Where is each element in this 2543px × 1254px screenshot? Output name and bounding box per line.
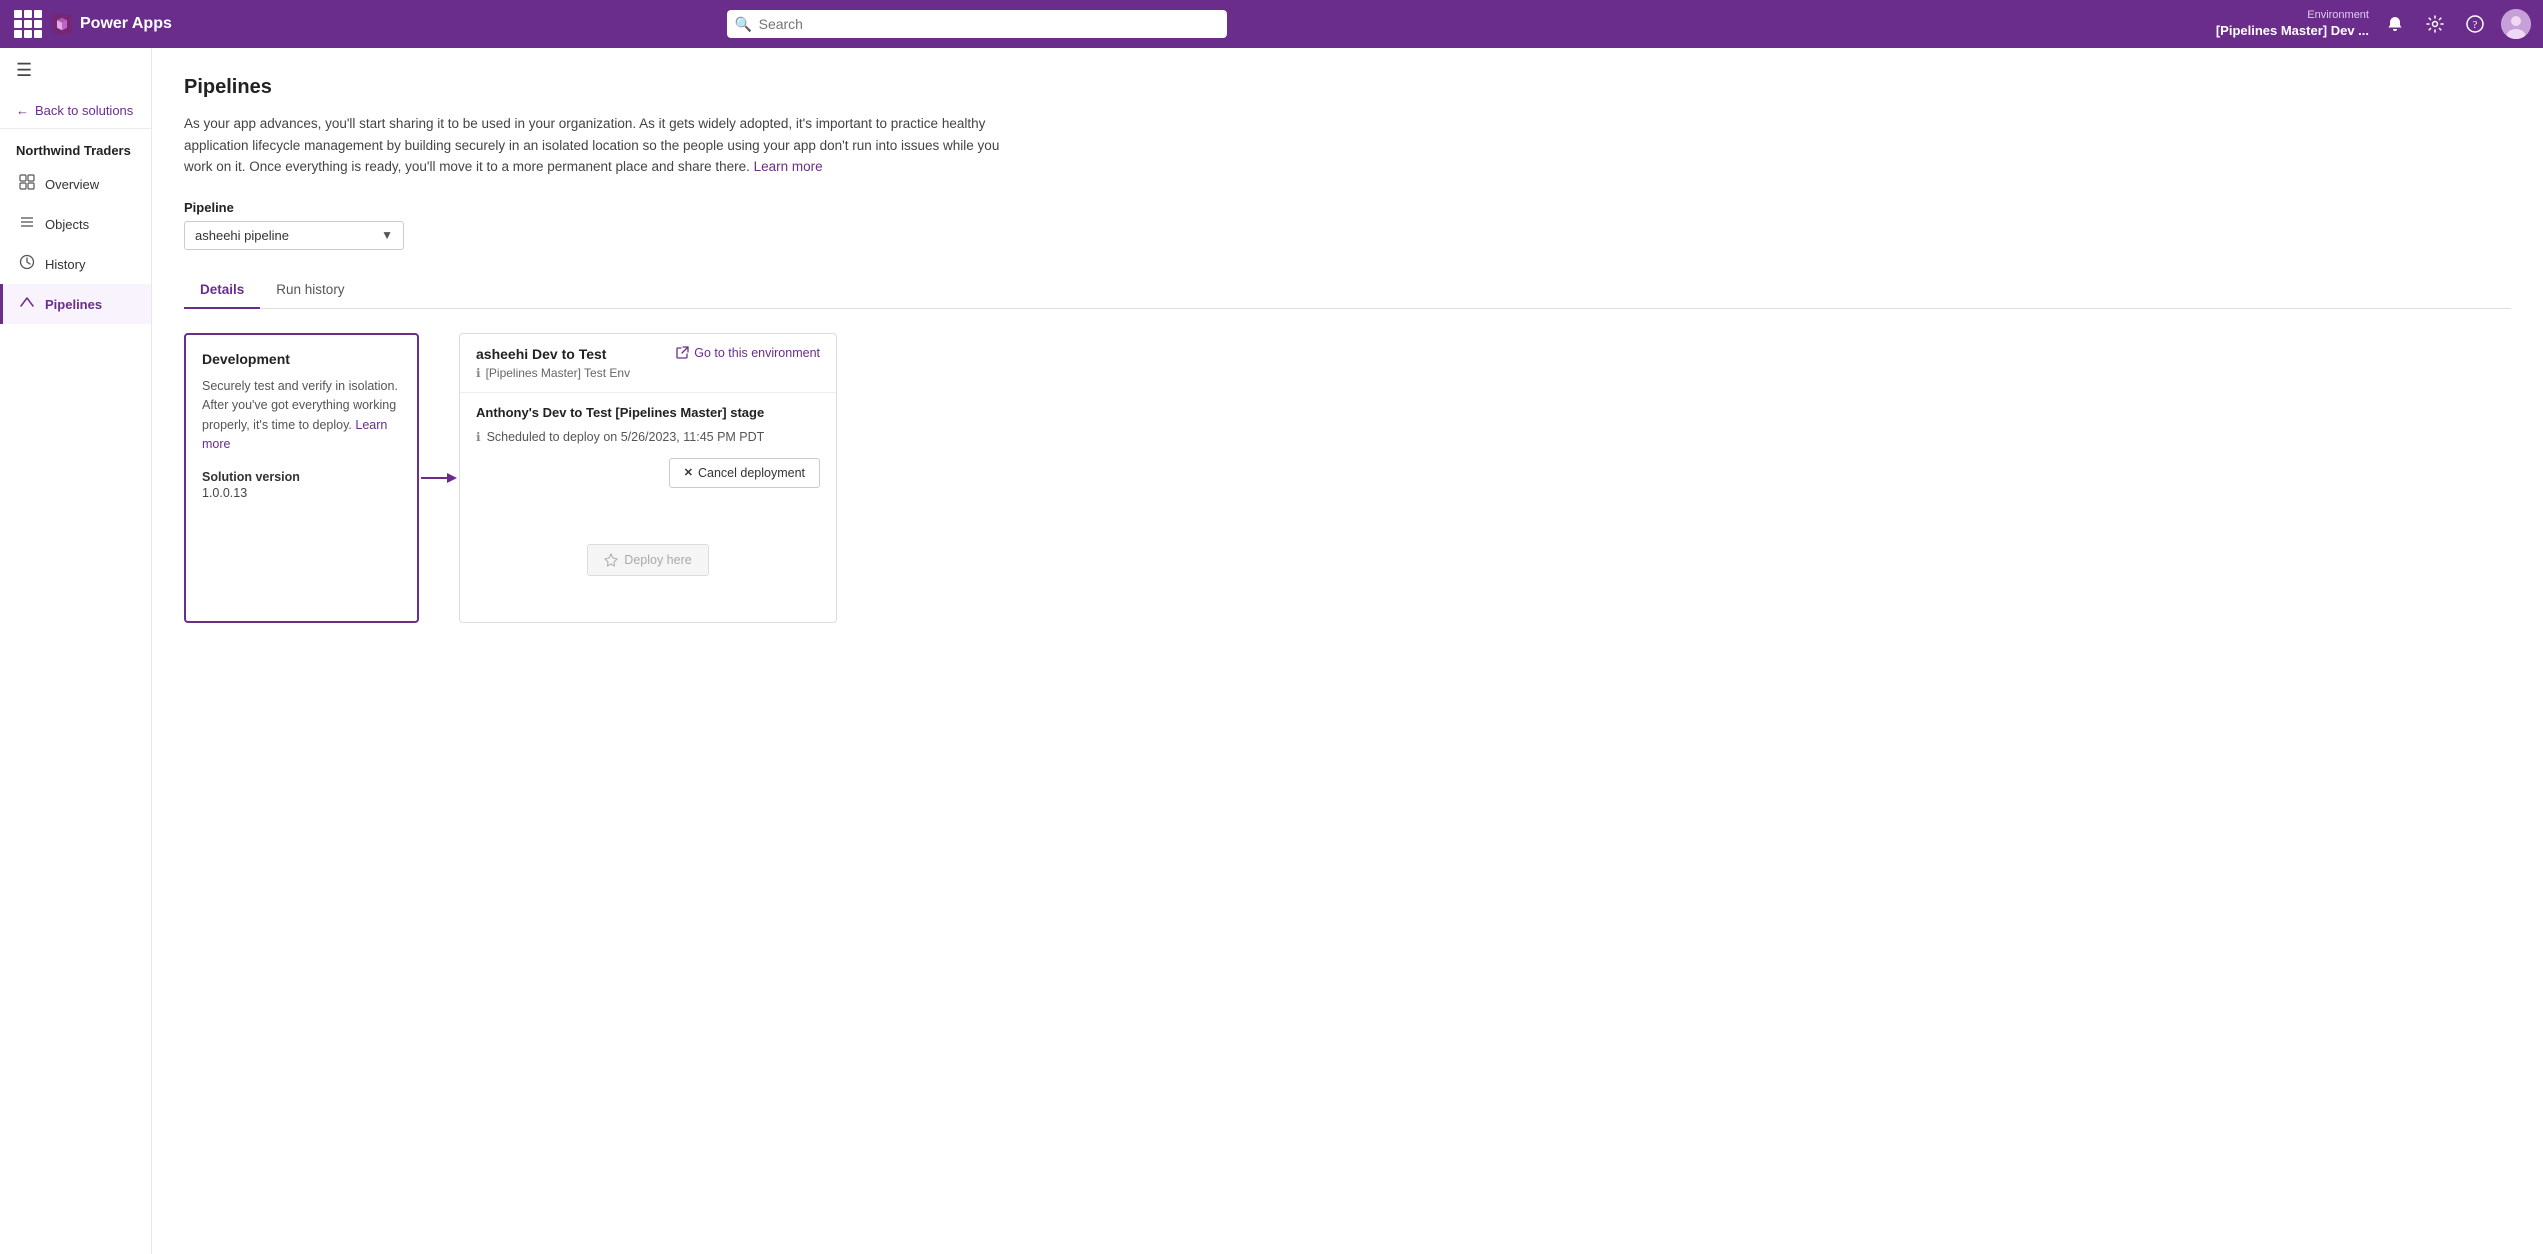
sidebar-item-label: Objects xyxy=(45,217,89,232)
back-to-solutions[interactable]: ← Back to solutions xyxy=(0,93,151,129)
app-logo: Power Apps xyxy=(52,14,232,34)
search-container: 🔍 xyxy=(727,10,1227,38)
objects-icon xyxy=(19,214,35,234)
avatar[interactable] xyxy=(2501,9,2531,39)
app-name: Power Apps xyxy=(80,15,172,33)
goto-env-label: Go to this environment xyxy=(694,346,820,360)
search-input[interactable] xyxy=(727,10,1227,38)
development-card: Development Securely test and verify in … xyxy=(184,333,419,623)
info-icon: ℹ xyxy=(476,366,481,380)
cancel-row: ✕ Cancel deployment xyxy=(476,458,820,488)
sidebar: ☰ ← Back to solutions Northwind Traders … xyxy=(0,48,152,1254)
stage-header-top: asheehi Dev to Test Go to this environme… xyxy=(476,346,820,362)
stage-info-row: ℹ Scheduled to deploy on 5/26/2023, 11:4… xyxy=(476,430,820,444)
waffle-button[interactable] xyxy=(12,8,44,40)
page-title: Pipelines xyxy=(184,76,2511,99)
environment-info: Environment [Pipelines Master] Dev ... xyxy=(2216,8,2369,39)
stage-card-header: asheehi Dev to Test Go to this environme… xyxy=(460,334,836,393)
solution-version-label: Solution version xyxy=(202,470,401,484)
help-icon[interactable]: ? xyxy=(2461,10,2489,38)
pipeline-flow: Development Securely test and verify in … xyxy=(184,333,2511,623)
development-card-title: Development xyxy=(202,351,401,367)
history-icon xyxy=(19,254,35,274)
info-circle-icon: ℹ xyxy=(476,430,481,444)
page-description: As your app advances, you'll start shari… xyxy=(184,113,1004,178)
notification-bell[interactable] xyxy=(2381,10,2409,38)
topbar: Power Apps 🔍 Environment [Pipelines Mast… xyxy=(0,0,2543,48)
settings-icon[interactable] xyxy=(2421,10,2449,38)
stage-body: Anthony's Dev to Test [Pipelines Master]… xyxy=(460,393,836,512)
tab-run-history[interactable]: Run history xyxy=(260,272,360,309)
goto-environment-button[interactable]: Go to this environment xyxy=(676,346,820,360)
chevron-down-icon: ▼ xyxy=(381,228,393,242)
pipelines-icon xyxy=(19,294,35,314)
arrow-connector xyxy=(419,468,459,488)
back-to-solutions-label: Back to solutions xyxy=(35,103,133,118)
deploy-row: Deploy here xyxy=(460,512,836,592)
deploy-here-button[interactable]: Deploy here xyxy=(587,544,708,576)
stage-name: Anthony's Dev to Test [Pipelines Master]… xyxy=(476,405,820,420)
sidebar-item-label: Pipelines xyxy=(45,297,102,312)
overview-icon xyxy=(19,174,35,194)
environment-name: [Pipelines Master] Dev ... xyxy=(2216,23,2369,40)
pipeline-dropdown[interactable]: asheehi pipeline ▼ xyxy=(184,221,404,250)
search-icon: 🔍 xyxy=(735,16,752,33)
scheduled-info: Scheduled to deploy on 5/26/2023, 11:45 … xyxy=(487,430,765,444)
learn-more-link[interactable]: Learn more xyxy=(754,159,823,174)
development-card-desc: Securely test and verify in isolation. A… xyxy=(202,377,401,455)
stage-card: asheehi Dev to Test Go to this environme… xyxy=(459,333,837,623)
sidebar-item-objects[interactable]: Objects xyxy=(0,204,151,244)
tabs: Details Run history xyxy=(184,272,2511,309)
topbar-right: Environment [Pipelines Master] Dev ... ? xyxy=(2216,8,2531,39)
pipeline-label: Pipeline xyxy=(184,200,2511,215)
tab-details[interactable]: Details xyxy=(184,272,260,309)
x-icon: ✕ xyxy=(684,466,693,479)
sidebar-toggle[interactable]: ☰ xyxy=(0,48,151,93)
pipeline-selected-value: asheehi pipeline xyxy=(195,228,289,243)
sidebar-item-overview[interactable]: Overview xyxy=(0,164,151,204)
main-layout: ☰ ← Back to solutions Northwind Traders … xyxy=(0,48,2543,1254)
stage-env-name: ℹ [Pipelines Master] Test Env xyxy=(476,366,820,380)
sidebar-item-pipelines[interactable]: Pipelines xyxy=(0,284,151,324)
sidebar-section-title: Northwind Traders xyxy=(0,129,151,164)
svg-text:?: ? xyxy=(2473,19,2478,31)
sidebar-item-history[interactable]: History xyxy=(0,244,151,284)
sidebar-item-label: History xyxy=(45,257,85,272)
back-arrow-icon: ← xyxy=(16,103,29,118)
environment-label: Environment xyxy=(2307,8,2369,22)
stage-title: asheehi Dev to Test xyxy=(476,346,606,362)
main-content: Pipelines As your app advances, you'll s… xyxy=(152,48,2543,1254)
sidebar-item-label: Overview xyxy=(45,177,99,192)
solution-version-value: 1.0.0.13 xyxy=(202,486,401,500)
cancel-deployment-button[interactable]: ✕ Cancel deployment xyxy=(669,458,820,488)
